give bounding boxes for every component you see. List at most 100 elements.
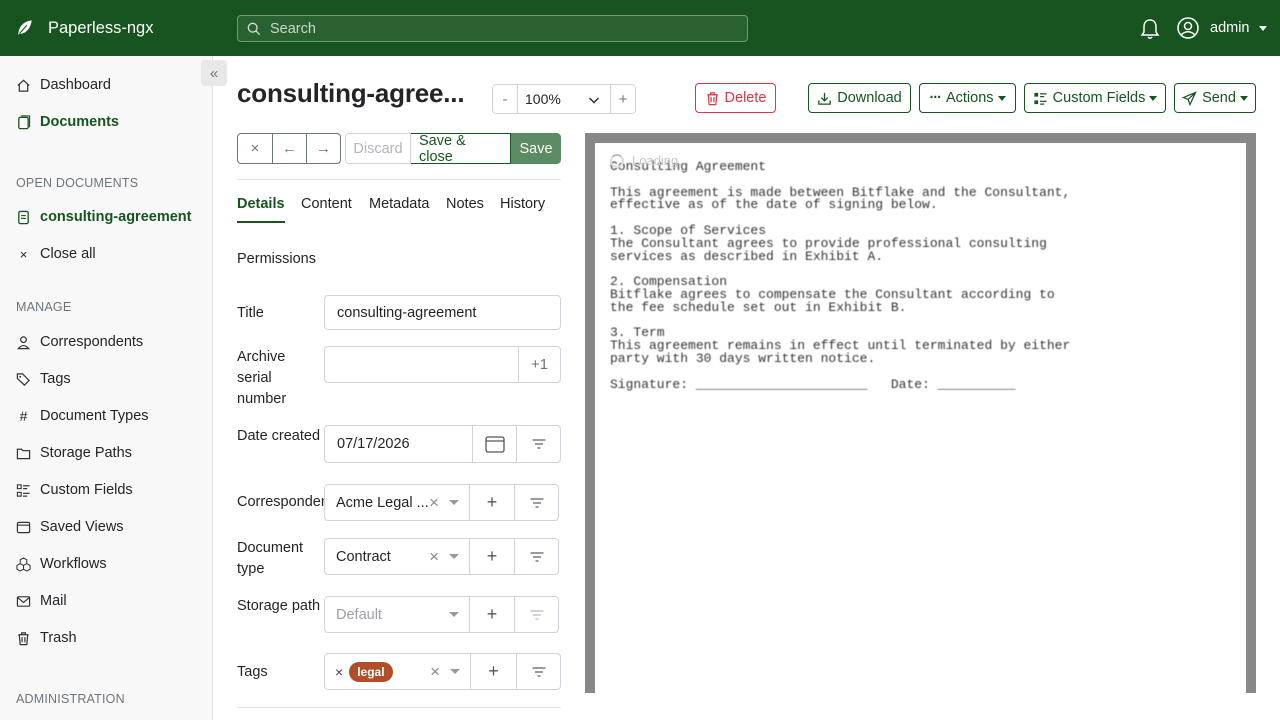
- calendar-button[interactable]: [472, 426, 516, 462]
- dropdown-arrow-icon: [450, 669, 460, 674]
- house-icon: [17, 79, 30, 92]
- tab-details[interactable]: Details: [237, 196, 285, 212]
- tab-content[interactable]: Content: [301, 196, 352, 212]
- tags-filter-button[interactable]: [517, 653, 561, 690]
- zoom-value: 100%: [525, 91, 561, 107]
- ui-radios-icon: [1034, 92, 1047, 105]
- save-button[interactable]: Save: [511, 133, 561, 164]
- storage-path-value: Default: [336, 606, 382, 623]
- filter-icon: [532, 666, 545, 677]
- tags-select[interactable]: × legal ×: [324, 653, 471, 690]
- download-button[interactable]: Download: [808, 83, 911, 113]
- document-preview[interactable]: Consulting Agreement This agreement is m…: [585, 133, 1256, 703]
- clear-icon[interactable]: ×: [430, 662, 440, 682]
- app-name: Paperless-ngx: [48, 18, 154, 37]
- document-type-filter-button[interactable]: [515, 538, 559, 575]
- zoom-out-button[interactable]: -: [493, 85, 517, 113]
- tab-history[interactable]: History: [500, 196, 545, 212]
- correspondent-select[interactable]: Acme Legal ... ×: [324, 484, 470, 521]
- sidebar-item-label: Mail: [40, 593, 67, 609]
- sidebar-item-tags[interactable]: Tags: [16, 368, 71, 390]
- date-created-field[interactable]: 07/17/2026: [324, 425, 561, 463]
- sidebar-item-dashboard[interactable]: Dashboard: [16, 74, 111, 96]
- date-created-label: Date created: [237, 428, 321, 444]
- asn-field[interactable]: +1: [324, 346, 561, 383]
- boxes-icon: [16, 556, 31, 572]
- tab-metadata[interactable]: Metadata: [369, 196, 429, 212]
- trash-icon: [18, 631, 29, 645]
- tab-notes[interactable]: Notes: [446, 196, 484, 212]
- filter-icon: [530, 497, 543, 508]
- permissions-link[interactable]: Permissions: [237, 249, 357, 270]
- sidebar-item-label: Close all: [40, 246, 96, 262]
- send-icon: [1182, 90, 1197, 106]
- divider: [237, 707, 561, 708]
- divider: [237, 179, 561, 180]
- send-button[interactable]: Send: [1174, 83, 1256, 113]
- title-field[interactable]: consulting-agreement: [324, 295, 561, 330]
- storage-path-filter-button[interactable]: [515, 596, 559, 633]
- actions-label: Actions: [945, 90, 994, 106]
- manage-heading: MANAGE: [16, 300, 72, 314]
- date-filter-button[interactable]: [516, 426, 560, 462]
- clear-icon[interactable]: ×: [429, 547, 439, 567]
- window-stack-icon: [16, 521, 31, 533]
- previous-document-button[interactable]: ←: [272, 134, 306, 163]
- sidebar-item-document-types[interactable]: # Document Types: [16, 405, 149, 427]
- close-document-button[interactable]: ×: [238, 134, 272, 163]
- sidebar-item-open-document[interactable]: consulting-agreement: [16, 206, 191, 228]
- sidebar-item-documents[interactable]: Documents: [16, 111, 119, 133]
- sidebar-item-mail[interactable]: Mail: [16, 590, 67, 612]
- zoom-in-button[interactable]: +: [611, 85, 635, 113]
- filter-icon: [532, 439, 545, 449]
- folder-icon: [16, 448, 31, 459]
- next-document-button[interactable]: →: [306, 134, 340, 163]
- add-correspondent-button[interactable]: +: [469, 484, 515, 521]
- correspondent-filter-button[interactable]: [515, 484, 559, 521]
- zoom-select[interactable]: 100%: [517, 85, 611, 113]
- add-document-type-button[interactable]: +: [469, 538, 515, 575]
- dropdown-arrow-icon: [449, 554, 459, 559]
- date-value: 07/17/2026: [337, 436, 410, 452]
- remove-tag-icon[interactable]: ×: [335, 664, 343, 680]
- user-menu[interactable]: admin: [1177, 17, 1267, 39]
- storage-path-select[interactable]: Default: [324, 596, 470, 633]
- delete-button[interactable]: Delete: [695, 83, 776, 113]
- discard-button[interactable]: Discard: [345, 133, 411, 164]
- search-icon: [247, 22, 261, 35]
- sidebar-item-label: Documents: [40, 114, 119, 130]
- search-box[interactable]: [237, 15, 748, 42]
- sidebar-item-label: Workflows: [40, 556, 107, 572]
- sidebar-item-workflows[interactable]: Workflows: [16, 553, 107, 575]
- chevron-down-icon: [997, 95, 1006, 101]
- open-documents-heading: OPEN DOCUMENTS: [16, 176, 139, 190]
- chevron-down-icon: [1239, 95, 1248, 101]
- brand[interactable]: Paperless-ngx: [14, 0, 153, 56]
- save-close-button[interactable]: Save & close: [411, 133, 511, 164]
- actions-button[interactable]: ··· Actions: [919, 83, 1016, 113]
- sidebar-item-trash[interactable]: Trash: [16, 627, 77, 649]
- user-name: admin: [1210, 20, 1250, 36]
- three-dots-icon: ···: [929, 90, 941, 106]
- sidebar-item-close-all[interactable]: × Close all: [16, 243, 96, 265]
- close-icon: ×: [19, 246, 28, 262]
- add-tag-button[interactable]: +: [470, 653, 517, 690]
- zoom-control: - 100% +: [492, 84, 636, 114]
- custom-fields-button[interactable]: Custom Fields: [1024, 83, 1166, 113]
- collapse-sidebar-button[interactable]: «: [201, 60, 227, 86]
- calendar-icon: [484, 436, 505, 453]
- sidebar-item-saved-views[interactable]: Saved Views: [16, 516, 124, 538]
- document-type-select[interactable]: Contract ×: [324, 538, 470, 575]
- sidebar-item-correspondents[interactable]: Correspondents: [16, 331, 143, 353]
- clear-icon[interactable]: ×: [429, 493, 439, 513]
- download-label: Download: [837, 90, 902, 106]
- document-nav-group: × ← →: [237, 133, 341, 164]
- add-storage-path-button[interactable]: +: [469, 596, 515, 633]
- asn-increment-button[interactable]: +1: [518, 347, 560, 382]
- sidebar-item-storage-paths[interactable]: Storage Paths: [16, 442, 132, 464]
- search-input[interactable]: [270, 20, 730, 37]
- envelope-icon: [16, 595, 31, 607]
- delete-label: Delete: [724, 90, 767, 106]
- sidebar-item-custom-fields[interactable]: Custom Fields: [16, 479, 133, 501]
- bell-icon[interactable]: [1140, 18, 1160, 40]
